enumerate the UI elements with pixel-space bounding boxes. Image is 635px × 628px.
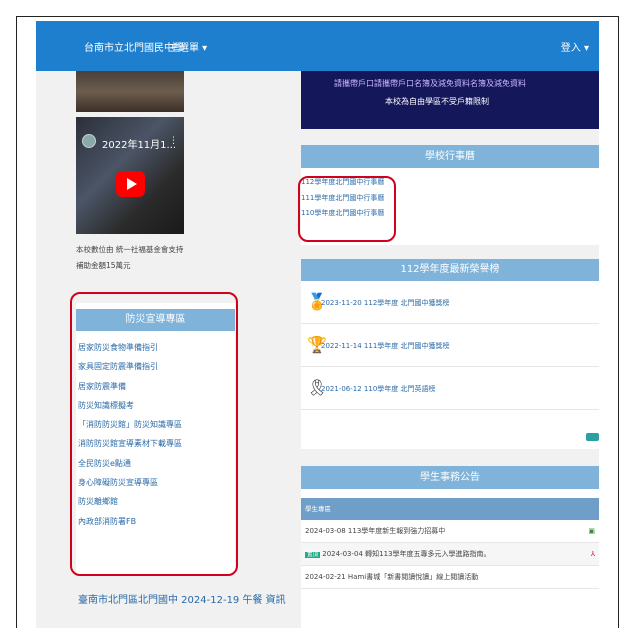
- main-menu-dropdown[interactable]: 主選單 ▾: [169, 39, 207, 54]
- news-row-text: 2024-02-21 Hami書城「新書閱讀悅讀」線上閱讀活動: [305, 573, 479, 581]
- top-navbar: 台南市立北門國民中學 主選單 ▾ 登入 ▾: [36, 21, 599, 71]
- news-row[interactable]: 2024-03-08 113學年度新生報到強力招募中 ▣: [301, 520, 599, 543]
- news-row-text: 2024-03-04 轉知113學年度五專多元入學進路指南。: [322, 550, 491, 558]
- honor-item-text: 2021-06-12 110學年度 北門英語榜: [321, 385, 436, 393]
- news-row[interactable]: 2024-02-21 Hami書城「新書閱讀悅讀」線上閱讀活動: [301, 566, 599, 589]
- honor-item[interactable]: 🎗 2021-06-12 110學年度 北門英語榜: [301, 367, 599, 410]
- calendar-panel-title: 學校行事曆: [301, 145, 599, 168]
- play-button-icon[interactable]: [116, 171, 145, 197]
- video-thumbnail-top[interactable]: [76, 71, 184, 112]
- attachment-icon[interactable]: ▣: [588, 520, 595, 543]
- honor-item[interactable]: 🏅 2023-11-20 112學年度 北門國中獲獎榜: [301, 281, 599, 324]
- video-title: 2022年11月1...: [102, 140, 177, 151]
- enrollment-banner[interactable]: 請攜帶戶口請攜帶戶口名簿及減免資料名簿及減免資料 本校為自由學區不受戶籍限制: [301, 71, 599, 129]
- channel-avatar: [82, 134, 96, 148]
- honor-item-text: 2023-11-20 112學年度 北門國中獲獎榜: [321, 299, 450, 307]
- highlight-box-calendar: [298, 176, 396, 242]
- sponsor-note: 本校數位由 統一社福基金會支持: [76, 245, 184, 254]
- news-row[interactable]: 置頂 2024-03-04 轉知113學年度五專多元入學進路指南。 ⅄: [301, 543, 599, 566]
- pinned-badge: 置頂: [305, 552, 321, 558]
- news-subheader: 學生專區: [301, 498, 599, 520]
- lunch-info-link[interactable]: 臺南市北門區北門國中 2024-12-19 午餐 資訊: [78, 591, 286, 606]
- honor-roll-panel: 112學年度最新榮譽榜 🏅 2023-11-20 112學年度 北門國中獲獎榜 …: [301, 259, 599, 449]
- banner-line-1: 請攜帶戶口請攜帶戶口名簿及減免資料名簿及減免資料: [334, 79, 526, 88]
- pdf-icon[interactable]: ⅄: [591, 543, 595, 566]
- highlight-box-disaster: [70, 292, 238, 576]
- honor-panel-title: 112學年度最新榮譽榜: [301, 259, 599, 281]
- student-affairs-panel: 學生事務公告 學生專區 2024-03-08 113學年度新生報到強力招募中 ▣…: [301, 466, 599, 628]
- news-panel-title: 學生事務公告: [301, 466, 599, 489]
- login-dropdown[interactable]: 登入 ▾: [561, 39, 589, 54]
- news-row-text: 2024-03-08 113學年度新生報到強力招募中: [305, 527, 446, 535]
- more-options-icon[interactable]: ⋮: [169, 136, 178, 146]
- youtube-video[interactable]: 2022年11月1... ⋮: [76, 117, 184, 234]
- more-button[interactable]: [586, 433, 599, 441]
- sponsor-amount-note: 補助金額15萬元: [76, 261, 131, 270]
- honor-item[interactable]: 🏆 2022-11-14 111學年度 北門國中獲獎榜: [301, 324, 599, 367]
- banner-line-2: 本校為自由學區不受戶籍限制: [385, 97, 489, 106]
- honor-item-text: 2022-11-14 111學年度 北門國中獲獎榜: [321, 342, 450, 350]
